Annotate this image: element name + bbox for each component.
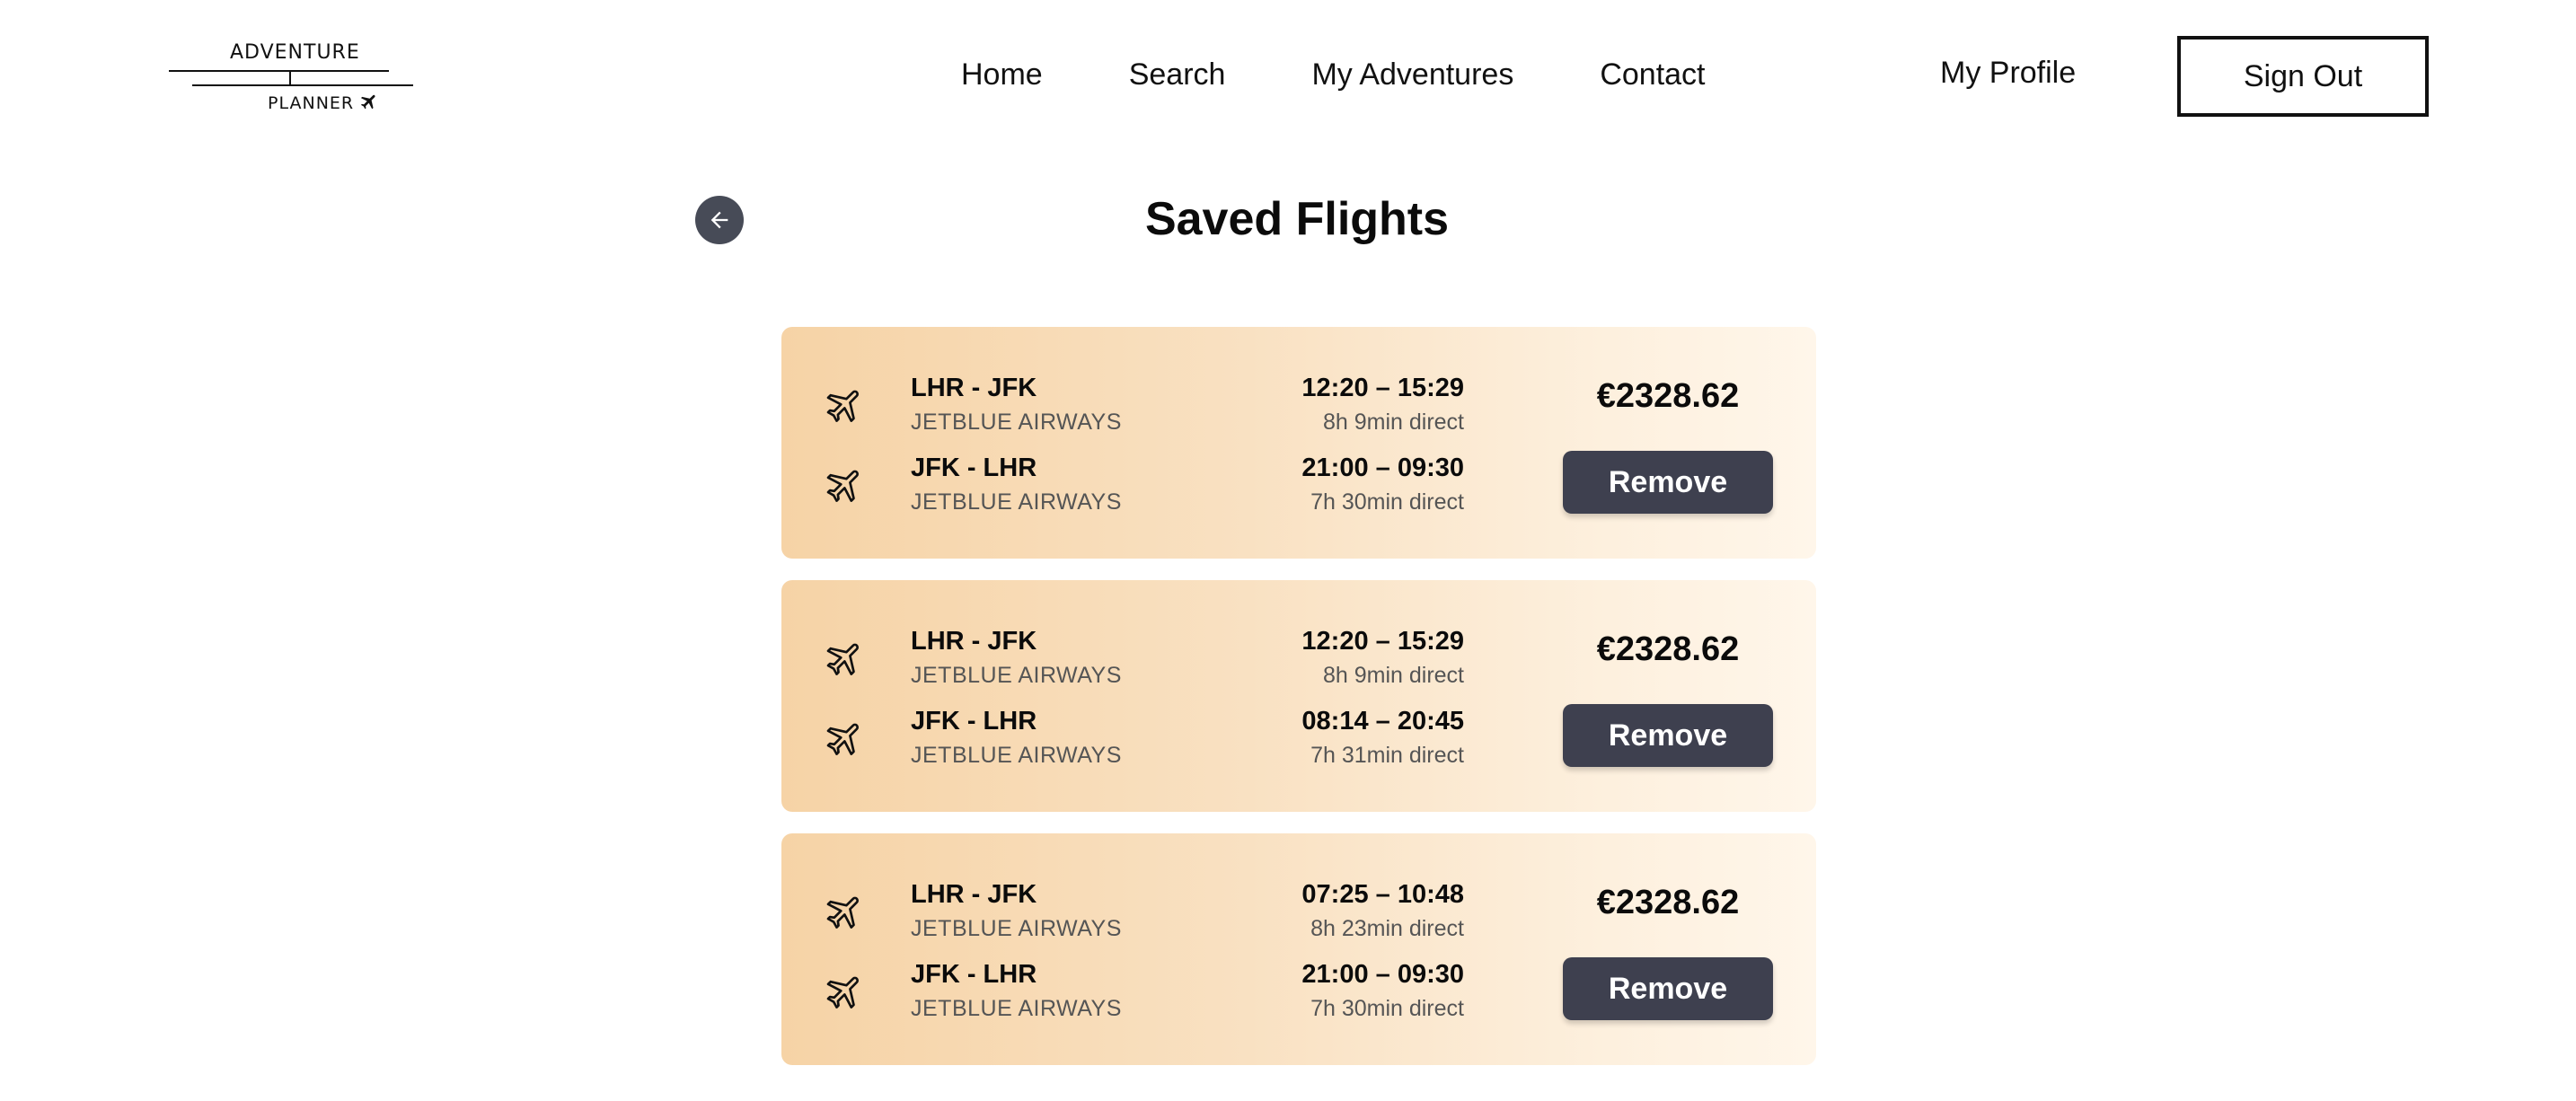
flight-price: €2328.62	[1596, 884, 1740, 921]
airplane-icon	[826, 470, 860, 502]
flight-duration: 7h 31min direct	[1310, 743, 1464, 768]
page-title: Saved Flights	[1144, 193, 1450, 245]
airline-name: JETBLUE AIRWAYS	[911, 743, 1122, 768]
airline-name: JETBLUE AIRWAYS	[911, 916, 1122, 941]
remove-button[interactable]: Remove	[1563, 957, 1773, 1020]
outbound-leg: LHR - JFK JETBLUE AIRWAYS 12:20 – 15:29 …	[781, 625, 1464, 697]
logo-rule-top	[169, 70, 389, 72]
flight-duration: 8h 23min direct	[1310, 916, 1464, 941]
return-leg: JFK - LHR JETBLUE AIRWAYS 08:14 – 20:45 …	[781, 705, 1464, 777]
flight-route: LHR - JFK	[911, 374, 1037, 402]
nav-my-adventures[interactable]: My Adventures	[1311, 57, 1513, 92]
flight-card: LHR - JFK JETBLUE AIRWAYS 07:25 – 10:48 …	[781, 833, 1816, 1065]
outbound-leg: LHR - JFK JETBLUE AIRWAYS 07:25 – 10:48 …	[781, 878, 1464, 950]
saved-flights-list: LHR - JFK JETBLUE AIRWAYS 12:20 – 15:29 …	[781, 327, 1816, 1087]
airline-name: JETBLUE AIRWAYS	[911, 489, 1122, 515]
flight-price: €2328.62	[1596, 630, 1740, 668]
flight-route: JFK - LHR	[911, 960, 1037, 989]
logo-airplane-icon	[360, 94, 375, 110]
flight-times: 07:25 – 10:48	[1301, 880, 1464, 909]
flight-times: 21:00 – 09:30	[1301, 454, 1464, 482]
flight-route: LHR - JFK	[911, 880, 1037, 909]
flight-card: LHR - JFK JETBLUE AIRWAYS 12:20 – 15:29 …	[781, 580, 1816, 812]
logo[interactable]: ADVENTURE PLANNER	[169, 36, 413, 119]
nav-contact[interactable]: Contact	[1600, 57, 1705, 92]
remove-button[interactable]: Remove	[1563, 451, 1773, 514]
flight-duration: 8h 9min direct	[1322, 410, 1464, 435]
sign-out-button[interactable]: Sign Out	[2177, 36, 2429, 117]
nav-home[interactable]: Home	[961, 57, 1043, 92]
flight-times: 12:20 – 15:29	[1301, 374, 1464, 402]
logo-line1: ADVENTURE	[230, 41, 360, 64]
airplane-icon	[826, 723, 860, 755]
return-leg: JFK - LHR JETBLUE AIRWAYS 21:00 – 09:30 …	[781, 452, 1464, 524]
flight-duration: 7h 30min direct	[1310, 489, 1464, 515]
my-profile-link[interactable]: My Profile	[1940, 56, 2076, 91]
nav-search[interactable]: Search	[1129, 57, 1226, 92]
airline-name: JETBLUE AIRWAYS	[911, 996, 1122, 1021]
flight-route: JFK - LHR	[911, 454, 1037, 482]
flight-card: LHR - JFK JETBLUE AIRWAYS 12:20 – 15:29 …	[781, 327, 1816, 559]
logo-line2: PLANNER	[268, 93, 355, 113]
flight-price: €2328.62	[1596, 377, 1740, 415]
flight-duration: 7h 30min direct	[1310, 996, 1464, 1021]
main-nav: Home Search My Adventures Contact	[961, 57, 1792, 92]
airplane-icon	[826, 896, 860, 929]
flight-duration: 8h 9min direct	[1322, 663, 1464, 688]
outbound-leg: LHR - JFK JETBLUE AIRWAYS 12:20 – 15:29 …	[781, 372, 1464, 444]
airline-name: JETBLUE AIRWAYS	[911, 663, 1122, 688]
airline-name: JETBLUE AIRWAYS	[911, 410, 1122, 435]
flight-times: 12:20 – 15:29	[1301, 627, 1464, 656]
logo-rule-bottom	[192, 84, 413, 86]
remove-button[interactable]: Remove	[1563, 704, 1773, 767]
airplane-icon	[826, 643, 860, 675]
flight-route: JFK - LHR	[911, 707, 1037, 735]
airplane-icon	[826, 976, 860, 1009]
flight-times: 21:00 – 09:30	[1301, 960, 1464, 989]
flight-times: 08:14 – 20:45	[1301, 707, 1464, 735]
return-leg: JFK - LHR JETBLUE AIRWAYS 21:00 – 09:30 …	[781, 958, 1464, 1030]
airplane-icon	[826, 390, 860, 422]
header: ADVENTURE PLANNER Home Search My Adventu…	[0, 0, 2576, 144]
flight-route: LHR - JFK	[911, 627, 1037, 656]
